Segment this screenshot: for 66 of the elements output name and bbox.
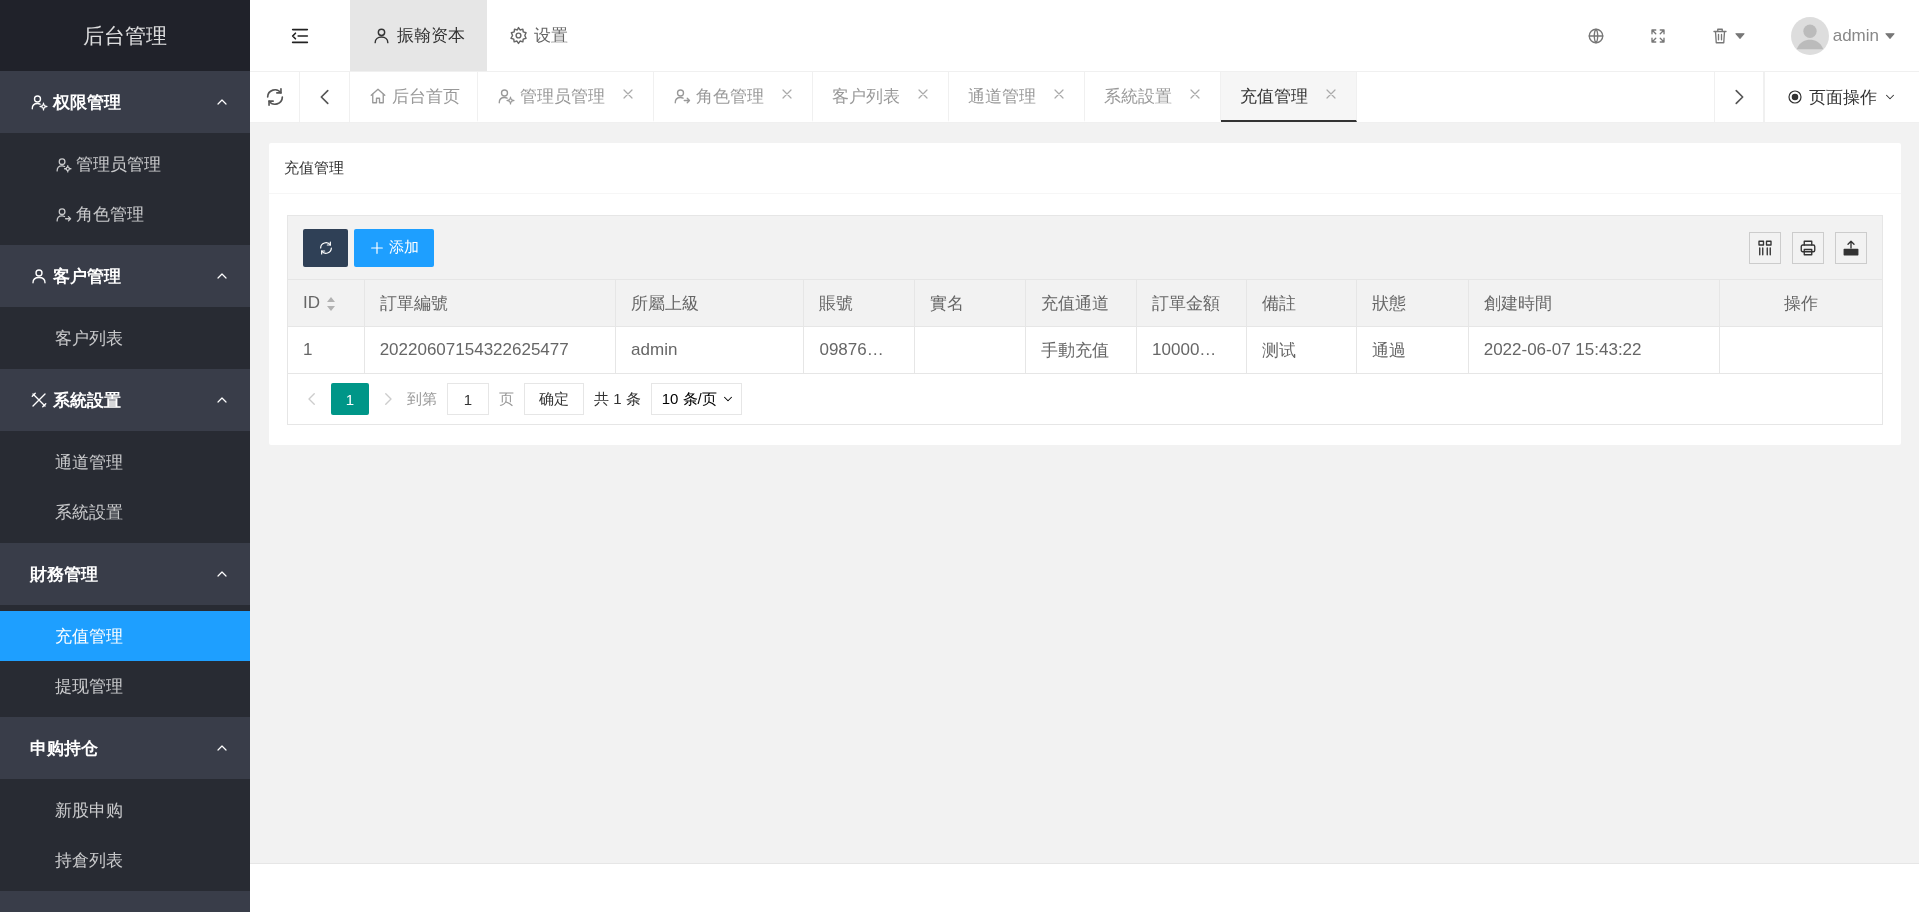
refresh-icon: [317, 239, 334, 256]
nav-tab[interactable]: 振翰资本: [350, 0, 487, 71]
page-size-select[interactable]: 10 条/页: [650, 383, 742, 415]
user-gear-icon: [55, 155, 72, 173]
settings-icon: [509, 26, 528, 45]
column-header: 操作: [1719, 280, 1882, 327]
column-header: 訂單編號: [364, 280, 616, 327]
card-title: 充值管理: [269, 143, 1901, 194]
globe-icon: [1586, 26, 1605, 45]
menu-item[interactable]: 角色管理: [0, 189, 250, 239]
menu-item[interactable]: 提现管理: [0, 661, 250, 711]
logo-title: 后台管理: [0, 0, 250, 71]
pager-label: 页: [499, 389, 514, 409]
column-header[interactable]: ID: [288, 280, 365, 327]
export-button[interactable]: [1835, 231, 1867, 264]
nav-tab[interactable]: 设置: [487, 0, 590, 71]
tools-icon: [30, 391, 48, 409]
column-header: 充值通道: [1025, 280, 1137, 327]
fullscreen-icon: [1648, 26, 1667, 45]
table-cell: 测试: [1246, 326, 1357, 374]
print-icon: [1799, 238, 1817, 257]
export-icon: [1842, 238, 1860, 257]
table-cell: 手動充值: [1025, 326, 1137, 374]
user-gear-icon: [30, 93, 48, 111]
page-input[interactable]: 1: [447, 383, 489, 415]
column-header: 狀態: [1356, 280, 1469, 327]
table-cell: 09876…: [803, 326, 915, 374]
print-button[interactable]: [1792, 231, 1824, 264]
table-cell: 20220607154322625477: [364, 326, 616, 374]
columns-icon: [1756, 238, 1774, 257]
user-arrow-icon: [55, 205, 72, 223]
table-cell: admin: [615, 326, 804, 374]
plus-icon: [369, 239, 385, 256]
total-count: 共 1 条: [594, 389, 641, 409]
user-icon: [372, 26, 391, 45]
table-cell: 通過: [1356, 326, 1469, 374]
user-menu[interactable]: admin: [1768, 0, 1919, 71]
menu-item[interactable]: 持倉列表: [0, 835, 250, 885]
column-header: 備註: [1246, 280, 1357, 327]
column-header: 所屬上級: [615, 280, 804, 327]
avatar-icon: [1790, 16, 1829, 55]
user-gear-icon: [497, 87, 515, 105]
home-icon: [369, 87, 387, 105]
table-cell: 1: [288, 326, 365, 374]
page-button[interactable]: 1: [331, 383, 369, 415]
radio-dot-icon: [1787, 89, 1803, 105]
pager-label: 到第: [407, 389, 437, 409]
refresh-button[interactable]: [303, 228, 348, 267]
column-header: 創建時間: [1468, 280, 1720, 327]
scroll-right-button[interactable]: [1714, 72, 1764, 122]
user-icon: [30, 267, 48, 285]
table-cell: 10000…: [1136, 326, 1247, 374]
user-arrow-icon: [673, 87, 691, 105]
menu-item[interactable]: 系統設置: [0, 487, 250, 537]
menu-item[interactable]: 通道管理: [0, 437, 250, 487]
confirm-button[interactable]: 确定: [524, 383, 584, 415]
page-tab[interactable]: 充值管理: [1221, 72, 1357, 122]
table-cell: 2022-06-07 15:43:22: [1468, 326, 1720, 374]
column-header: 訂單金額: [1136, 280, 1247, 327]
menu-item[interactable]: 新股申购: [0, 785, 250, 835]
menu-item[interactable]: 管理员管理: [0, 139, 250, 189]
column-header: 實名: [914, 280, 1026, 327]
user-name: admin: [1832, 25, 1879, 46]
column-header: 賬號: [803, 280, 915, 327]
trash-icon: [1710, 26, 1729, 45]
columns-button[interactable]: [1749, 231, 1781, 264]
